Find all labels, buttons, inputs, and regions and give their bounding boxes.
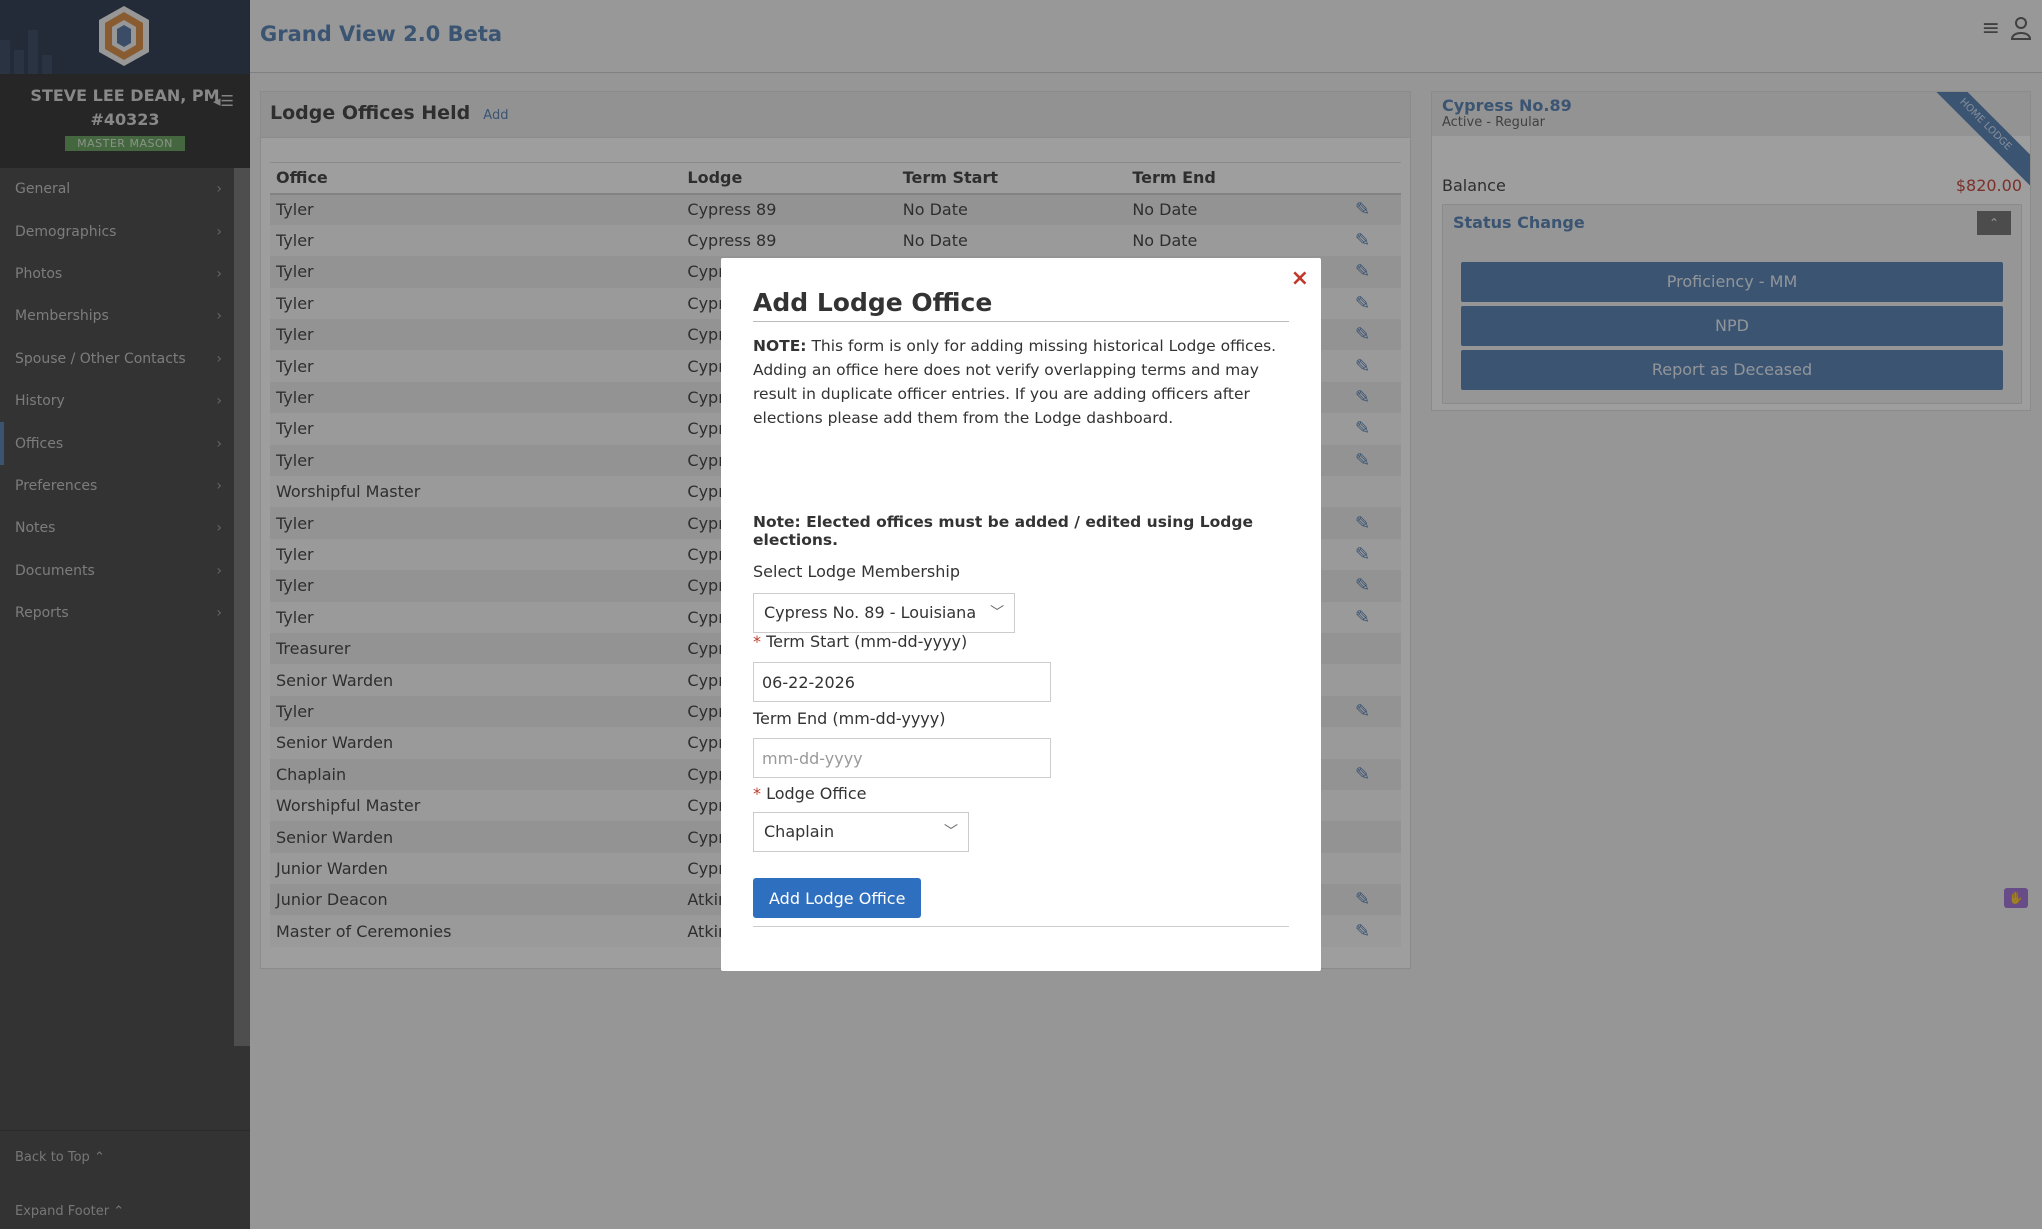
- lodge-office-selected: Chaplain: [764, 822, 835, 841]
- add-lodge-office-modal: × Add Lodge Office NOTE: This form is on…: [721, 258, 1321, 971]
- term-end-input[interactable]: [753, 738, 1051, 778]
- chevron-down-icon: ﹀: [990, 605, 1005, 621]
- lodge-office-label-text: Lodge Office: [766, 784, 867, 803]
- membership-selected: Cypress No. 89 - Louisiana: [764, 603, 977, 622]
- term-start-label-text: Term Start (mm-dd-yyyy): [766, 632, 968, 651]
- close-icon[interactable]: ×: [1291, 266, 1309, 291]
- term-start-label: * Term Start (mm-dd-yyyy): [753, 632, 967, 651]
- required-mark: *: [753, 632, 761, 651]
- note-text: This form is only for adding missing his…: [753, 337, 1277, 427]
- modal-divider: [753, 926, 1289, 927]
- chevron-down-icon: ﹀: [944, 824, 958, 840]
- elected-offices-note: Note: Elected offices must be added / ed…: [753, 513, 1254, 549]
- modal-title: Add Lodge Office: [753, 288, 1289, 322]
- note-label: NOTE:: [753, 337, 807, 355]
- term-end-label: Term End (mm-dd-yyyy): [753, 709, 946, 728]
- membership-select[interactable]: Cypress No. 89 - Louisiana ﹀: [753, 593, 1016, 633]
- membership-label: Select Lodge Membership: [753, 562, 960, 581]
- modal-note: NOTE: This form is only for adding missi…: [753, 334, 1289, 430]
- lodge-office-select[interactable]: Chaplain ﹀: [753, 812, 969, 852]
- add-lodge-office-button[interactable]: Add Lodge Office: [753, 878, 922, 918]
- required-mark: *: [753, 784, 761, 803]
- lodge-office-label: * Lodge Office: [753, 784, 866, 803]
- term-start-input[interactable]: [753, 662, 1051, 702]
